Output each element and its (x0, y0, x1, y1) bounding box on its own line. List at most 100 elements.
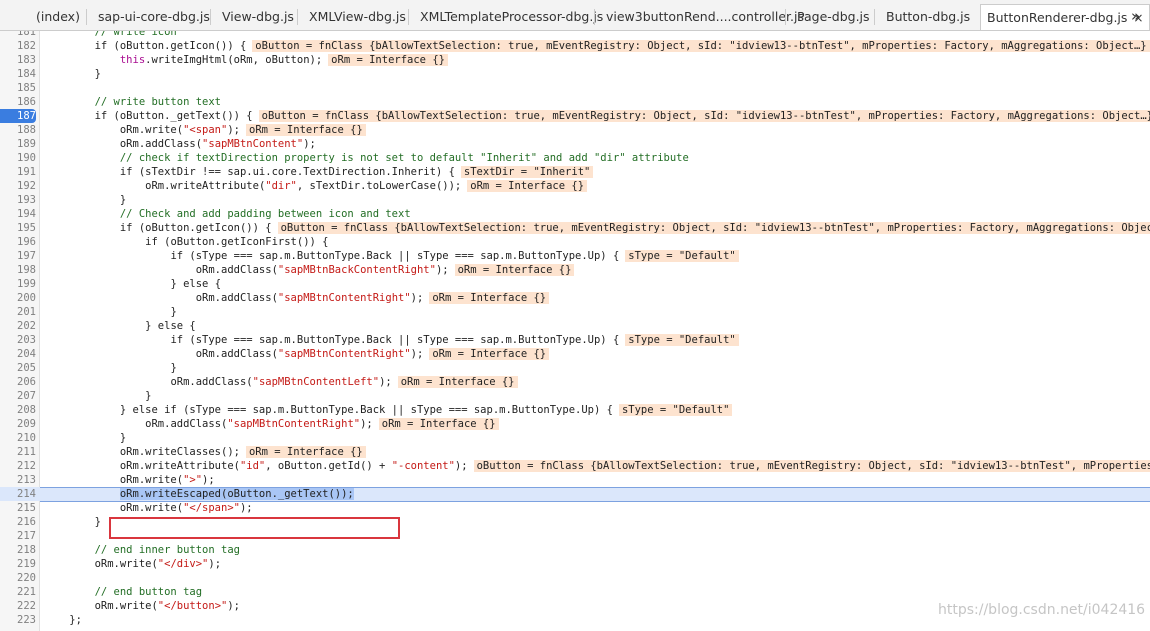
line-number[interactable]: 205 (0, 361, 36, 375)
code-line[interactable]: 209 oRm.addClass("sapMBtnContentRight");… (0, 417, 1150, 431)
code-line[interactable]: 205 } (0, 361, 1150, 375)
line-number[interactable]: 199 (0, 277, 36, 291)
line-number[interactable]: 203 (0, 333, 36, 347)
line-number[interactable]: 201 (0, 305, 36, 319)
code-line[interactable]: 185 (0, 81, 1150, 95)
line-number[interactable]: 197 (0, 249, 36, 263)
line-number[interactable]: 215 (0, 501, 36, 515)
code-line[interactable]: 198 oRm.addClass("sapMBtnBackContentRigh… (0, 263, 1150, 277)
line-number[interactable]: 218 (0, 543, 36, 557)
line-number[interactable]: 191 (0, 165, 36, 179)
line-number[interactable]: 196 (0, 235, 36, 249)
tab-button-dbg-js[interactable]: Button-dbg.js (886, 4, 970, 30)
code-line[interactable]: 191 if (sTextDir !== sap.ui.core.TextDir… (0, 165, 1150, 179)
line-number[interactable]: 183 (0, 53, 36, 67)
line-number[interactable]: 219 (0, 557, 36, 571)
tab-sap-ui-core-dbg-js[interactable]: sap-ui-core-dbg.js (98, 4, 210, 30)
code-line[interactable]: 195 if (oButton.getIcon()) {oButton = fn… (0, 221, 1150, 235)
code-token: oRm.addClass( (195, 292, 278, 304)
code-line[interactable]: 210 } (0, 431, 1150, 445)
code-line[interactable]: 204 oRm.addClass("sapMBtnContentRight");… (0, 347, 1150, 361)
code-line[interactable]: 196 if (oButton.getIconFirst()) { (0, 235, 1150, 249)
code-line[interactable]: 215 oRm.write("</span>"); (0, 501, 1150, 515)
line-number[interactable]: 192 (0, 179, 36, 193)
tab-page-dbg-js[interactable]: Page-dbg.js (797, 4, 870, 30)
line-number[interactable]: 216 (0, 515, 36, 529)
code-line[interactable]: 220 (0, 571, 1150, 585)
line-number[interactable]: 188 (0, 123, 36, 137)
code-line[interactable]: 218 // end inner button tag (0, 543, 1150, 557)
line-number[interactable]: 198 (0, 263, 36, 277)
code-line[interactable]: 194 // Check and add padding between ico… (0, 207, 1150, 221)
code-line[interactable]: 207 } (0, 389, 1150, 403)
code-line[interactable]: 186 // write button text (0, 95, 1150, 109)
code-line[interactable]: 181 // write icon (0, 31, 1150, 39)
code-line[interactable]: 200 oRm.addClass("sapMBtnContentRight");… (0, 291, 1150, 305)
code-line[interactable]: 212 oRm.writeAttribute("id", oButton.get… (0, 459, 1150, 473)
tab-overflow-icon[interactable]: » (1131, 3, 1140, 29)
tab-view-dbg-js[interactable]: View-dbg.js (222, 4, 294, 30)
code-line[interactable]: 184 } (0, 67, 1150, 81)
line-number[interactable]: 212 (0, 459, 36, 473)
line-number[interactable]: 200 (0, 291, 36, 305)
code-line[interactable]: 219 oRm.write("</div>"); (0, 557, 1150, 571)
line-number[interactable]: 208 (0, 403, 36, 417)
tab-buttonrenderer-dbg-js[interactable]: ButtonRenderer-dbg.js × (980, 4, 1150, 30)
code-token: ); (227, 124, 240, 136)
line-number[interactable]: 189 (0, 137, 36, 151)
line-number[interactable]: 207 (0, 389, 36, 403)
line-number[interactable]: 217 (0, 529, 36, 543)
code-line[interactable]: 213 oRm.write(">"); (0, 473, 1150, 487)
line-number[interactable]: 194 (0, 207, 36, 221)
code-line[interactable]: 182 if (oButton.getIcon()) {oButton = fn… (0, 39, 1150, 53)
code-line[interactable]: 216 } (0, 515, 1150, 529)
code-line[interactable]: 188 oRm.write("<span"); oRm = Interface {… (0, 123, 1150, 137)
code-line[interactable]: 208 } else if (sType === sap.m.ButtonTyp… (0, 403, 1150, 417)
line-number[interactable]: 190 (0, 151, 36, 165)
line-number[interactable]: 184 (0, 67, 36, 81)
code-line[interactable]: 211 oRm.writeClasses(); oRm = Interface {… (0, 445, 1150, 459)
breakpoint-line-number[interactable]: 187 (0, 109, 36, 123)
line-number[interactable]: 221 (0, 585, 36, 599)
line-number[interactable]: 220 (0, 571, 36, 585)
line-number[interactable]: 193 (0, 193, 36, 207)
line-number[interactable]: 186 (0, 95, 36, 109)
tab-index[interactable]: (index) (36, 4, 80, 30)
code-line[interactable]: 190 // check if textDirection property i… (0, 151, 1150, 165)
line-number[interactable]: 185 (0, 81, 36, 95)
code-line[interactable]: 193 } (0, 193, 1150, 207)
line-number[interactable]: 195 (0, 221, 36, 235)
code-line[interactable]: 192 oRm.writeAttribute("dir", sTextDir.t… (0, 179, 1150, 193)
code-line[interactable]: 197 if (sType === sap.m.ButtonType.Back … (0, 249, 1150, 263)
code-line[interactable]: 202 } else { (0, 319, 1150, 333)
line-number[interactable]: 209 (0, 417, 36, 431)
line-number[interactable]: 213 (0, 473, 36, 487)
code-line[interactable]: 189 oRm.addClass("sapMBtnContent"); (0, 137, 1150, 151)
line-number[interactable]: 222 (0, 599, 36, 613)
line-number[interactable]: 206 (0, 375, 36, 389)
line-number[interactable]: 181 (0, 31, 36, 39)
code-line[interactable]: 203 if (sType === sap.m.ButtonType.Back … (0, 333, 1150, 347)
code-line[interactable]: 221 // end button tag (0, 585, 1150, 599)
line-number[interactable]: 204 (0, 347, 36, 361)
code-line[interactable]: 201 } (0, 305, 1150, 319)
code-token: ); (379, 376, 392, 388)
line-number[interactable]: 211 (0, 445, 36, 459)
tab-xmltemplateprocessor-dbg-js[interactable]: XMLTemplateProcessor-dbg.js (420, 4, 603, 30)
line-number[interactable]: 210 (0, 431, 36, 445)
tab-view3buttonrend-controller-js[interactable]: view3buttonRend....controller.js (606, 4, 804, 30)
code-line[interactable]: 199 } else { (0, 277, 1150, 291)
code-keyword: this (119, 54, 146, 66)
code-line[interactable]: 183 this.writeImgHtml(oRm, oButton); oRm … (0, 53, 1150, 67)
code-line[interactable]: 217 (0, 529, 1150, 543)
code-editor[interactable]: 181 // write icon 182 if (oButton.getIcon… (0, 31, 1150, 631)
code-line[interactable]: 214 oRm.writeEscaped(oButton._getText())… (0, 487, 1150, 502)
line-number[interactable]: 223 (0, 613, 36, 627)
tab-xmlview-dbg-js[interactable]: XMLView-dbg.js (309, 4, 406, 30)
line-number[interactable]: 214 (0, 487, 36, 501)
line-number[interactable]: 202 (0, 319, 36, 333)
code-line[interactable]: 206 oRm.addClass("sapMBtnContentLeft"); o… (0, 375, 1150, 389)
code-line[interactable]: 187 if (oButton._getText()) {oButton = f… (0, 109, 1150, 123)
line-number[interactable]: 182 (0, 39, 36, 53)
